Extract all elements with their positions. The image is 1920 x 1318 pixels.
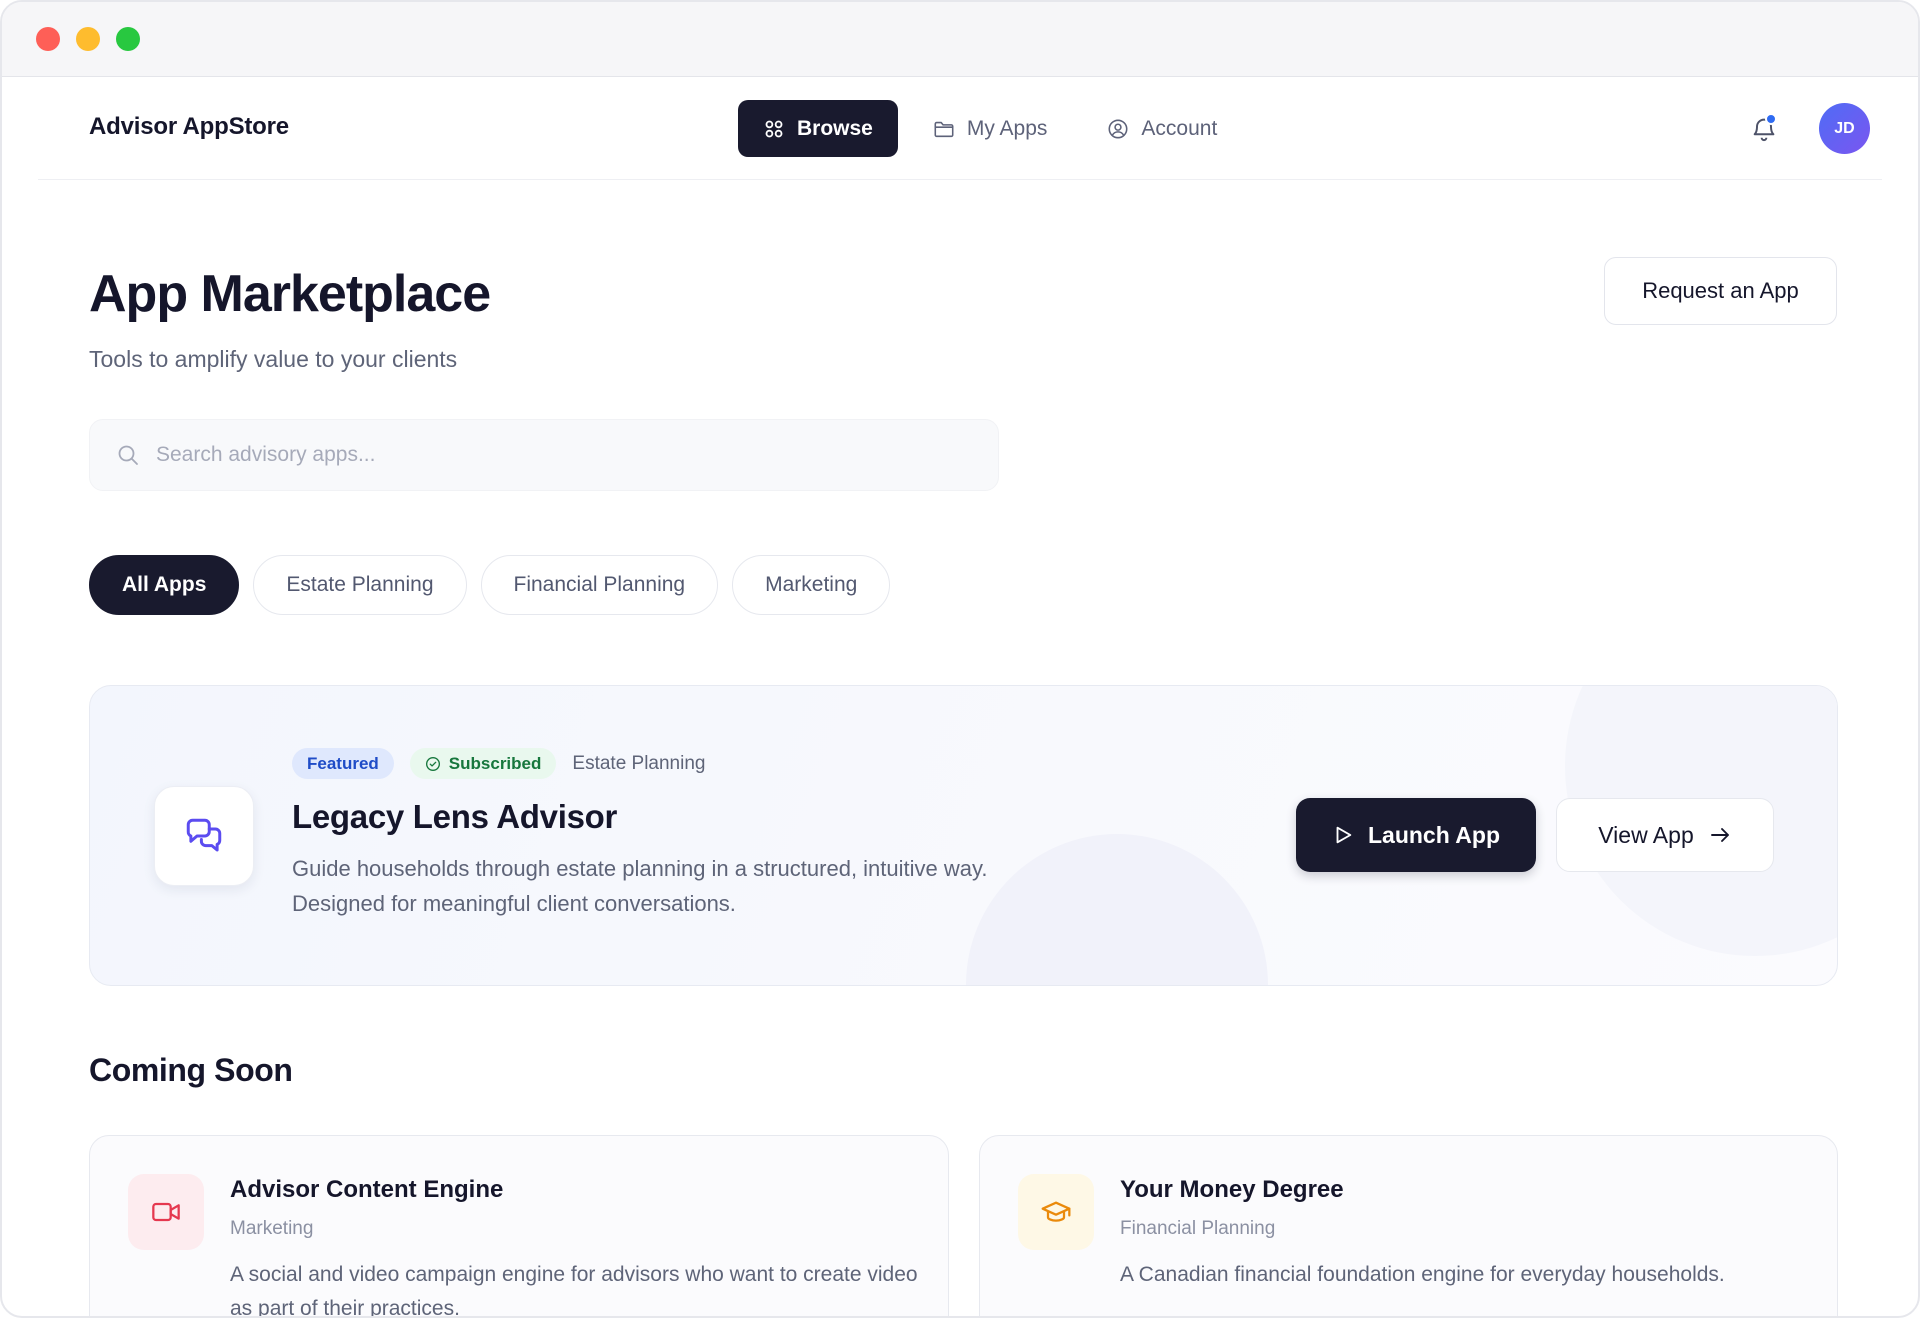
featured-app-card: Featured Subscribed Estate Planning Lega… bbox=[89, 685, 1838, 986]
app-card-category: Financial Planning bbox=[1120, 1218, 1276, 1239]
app-card-description: A social and video campaign engine for a… bbox=[230, 1263, 918, 1318]
browser-window: Advisor AppStore Browse My Apps Account … bbox=[0, 0, 1920, 1318]
featured-app-description: Guide households through estate planning… bbox=[292, 851, 1112, 921]
video-icon bbox=[152, 1202, 180, 1222]
category-filters: All Apps Estate Planning Financial Plann… bbox=[89, 555, 891, 615]
filter-all-apps[interactable]: All Apps bbox=[89, 555, 240, 615]
app-card-title: Advisor Content Engine bbox=[230, 1176, 504, 1203]
minimize-window-button[interactable] bbox=[76, 27, 100, 51]
notifications-button[interactable] bbox=[1746, 111, 1782, 147]
graduation-cap-icon bbox=[1041, 1201, 1071, 1222]
nav-account[interactable]: Account bbox=[1082, 100, 1242, 157]
user-circle-icon bbox=[1108, 119, 1128, 138]
nav-account-label: Account bbox=[1141, 116, 1218, 140]
featured-app-meta: Featured Subscribed Estate Planning bbox=[292, 748, 705, 779]
app-card-title: Your Money Degree bbox=[1120, 1176, 1344, 1203]
search-bar[interactable]: Search advisory apps... bbox=[89, 419, 999, 491]
nav-browse-label: Browse bbox=[797, 116, 873, 140]
maximize-window-button[interactable] bbox=[116, 27, 140, 51]
subscribed-badge: Subscribed bbox=[409, 748, 557, 779]
close-window-button[interactable] bbox=[36, 27, 60, 51]
page-title: App Marketplace bbox=[89, 265, 491, 323]
arrow-right-icon bbox=[1710, 828, 1729, 842]
subscribed-badge-label: Subscribed bbox=[448, 753, 542, 773]
page-subtitle: Tools to amplify value to your clients bbox=[89, 346, 458, 372]
nav-browse[interactable]: Browse bbox=[738, 100, 898, 157]
coming-soon-heading: Coming Soon bbox=[89, 1052, 293, 1088]
filter-financial-planning[interactable]: Financial Planning bbox=[480, 555, 719, 615]
notification-badge bbox=[1765, 113, 1777, 125]
launch-app-label: Launch App bbox=[1367, 821, 1501, 848]
check-circle-icon bbox=[425, 756, 440, 771]
featured-app-category: Estate Planning bbox=[572, 752, 706, 774]
app-icon-tile bbox=[1018, 1174, 1094, 1250]
search-icon bbox=[118, 445, 138, 465]
view-app-button[interactable]: View App bbox=[1556, 798, 1774, 872]
user-avatar[interactable]: JD bbox=[1819, 103, 1870, 154]
search-input[interactable]: Search advisory apps... bbox=[156, 443, 375, 467]
featured-app-title: Legacy Lens Advisor bbox=[292, 798, 618, 835]
filter-marketing[interactable]: Marketing bbox=[732, 555, 891, 615]
window-titlebar bbox=[2, 2, 1918, 77]
brand-logo-text[interactable]: Advisor AppStore bbox=[89, 113, 289, 141]
app-icon-tile bbox=[128, 1174, 204, 1250]
featured-app-description-line: Guide households through estate planning… bbox=[292, 856, 988, 881]
nav-my-apps-label: My Apps bbox=[966, 116, 1048, 140]
main-nav: Browse My Apps Account bbox=[738, 100, 1242, 157]
grid-icon bbox=[765, 120, 783, 137]
top-navbar: Advisor AppStore Browse My Apps Account … bbox=[38, 77, 1882, 180]
app-card-description: A Canadian financial foundation engine f… bbox=[1120, 1263, 1725, 1286]
featured-badge: Featured bbox=[292, 748, 394, 779]
filter-estate-planning[interactable]: Estate Planning bbox=[253, 555, 467, 615]
app-card-category: Marketing bbox=[230, 1218, 314, 1239]
play-icon bbox=[1336, 826, 1352, 844]
nav-my-apps[interactable]: My Apps bbox=[908, 100, 1073, 157]
featured-app-icon bbox=[154, 786, 254, 886]
featured-app-description-line: Designed for meaningful client conversat… bbox=[292, 891, 736, 916]
coming-soon-card[interactable]: Your Money Degree Financial Planning A C… bbox=[979, 1135, 1838, 1316]
view-app-label: View App bbox=[1598, 821, 1694, 848]
folder-icon bbox=[934, 121, 954, 137]
chat-bubbles-icon bbox=[186, 818, 222, 852]
coming-soon-card[interactable]: Advisor Content Engine Marketing A socia… bbox=[89, 1135, 949, 1318]
launch-app-button[interactable]: Launch App bbox=[1296, 798, 1536, 872]
request-app-button[interactable]: Request an App bbox=[1604, 257, 1837, 325]
